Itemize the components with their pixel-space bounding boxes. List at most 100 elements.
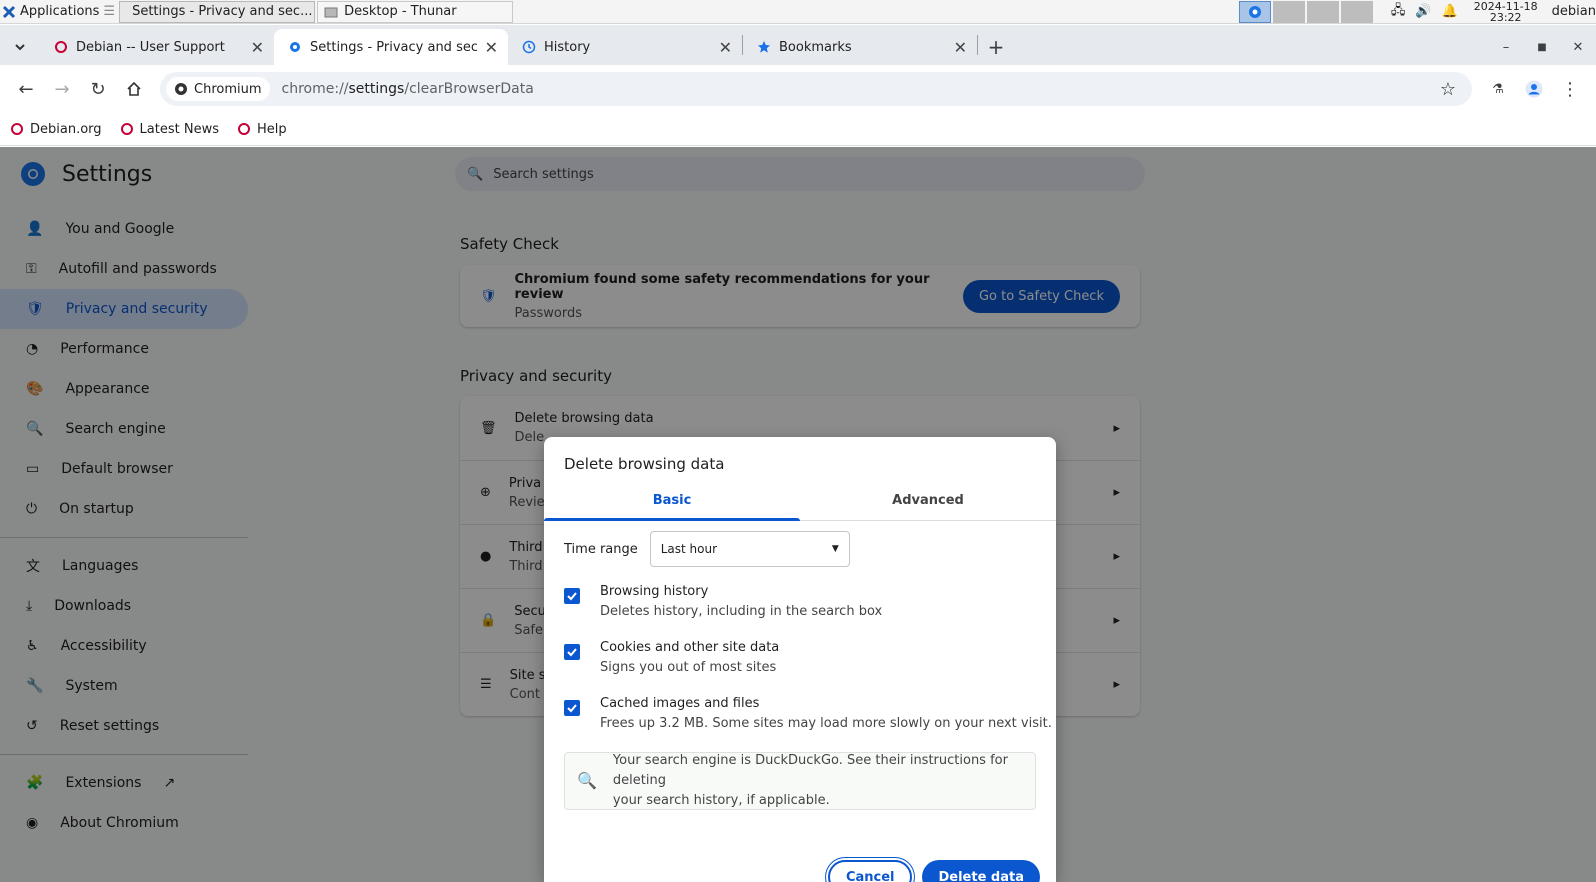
close-icon[interactable]: ✕: [485, 38, 498, 57]
tab-title: Debian -- User Support: [76, 39, 225, 55]
plus-icon: +: [987, 35, 1005, 59]
option-cookies: Cookies and other site data Signs you out…: [564, 640, 779, 675]
debian-icon: [120, 123, 133, 135]
site-info-chip[interactable]: Chromium: [166, 77, 270, 101]
xfce-icon: [2, 5, 16, 18]
dialog-actions: Cancel Delete data: [827, 860, 1040, 882]
chip-label: Chromium: [194, 81, 262, 97]
bookmark-label: Latest News: [139, 121, 219, 137]
time-range-value: Last hour: [660, 542, 718, 556]
delete-browsing-data-dialog: Delete browsing data Basic Advanced Time…: [544, 437, 1056, 882]
menu-button[interactable]: ⋮: [1552, 71, 1588, 107]
bookmark-star-icon[interactable]: ☆: [1440, 79, 1456, 100]
applications-label: Applications: [20, 4, 100, 19]
bookmark-help[interactable]: Help: [237, 122, 287, 137]
tab-title: History: [544, 39, 591, 55]
system-panel: Applications ☰ Settings - Privacy and se…: [0, 0, 1596, 24]
task-settings[interactable]: Settings - Privacy and sec...: [119, 0, 316, 23]
tab-title: Bookmarks: [779, 39, 852, 55]
home-icon: [127, 81, 141, 96]
forward-button[interactable]: →: [44, 71, 80, 107]
debian-icon: [11, 123, 23, 135]
tab-settings[interactable]: Settings - Privacy and secur ✕: [274, 29, 508, 65]
cached-images-checkbox[interactable]: [564, 700, 580, 716]
browsing-history-checkbox[interactable]: [564, 588, 580, 604]
cancel-button[interactable]: Cancel: [827, 860, 913, 882]
close-window-button[interactable]: ✕: [1560, 29, 1596, 65]
cookies-checkbox[interactable]: [564, 644, 580, 660]
bookmark-debian-org[interactable]: Debian.org: [10, 122, 102, 137]
gear-icon: [290, 42, 300, 52]
volume-icon[interactable]: 🔊: [1415, 4, 1431, 19]
tab-debian-support[interactable]: Debian -- User Support ✕: [40, 29, 274, 65]
user-name[interactable]: debian: [1544, 4, 1596, 19]
flask-icon: ⚗: [1492, 81, 1504, 97]
tab-history[interactable]: History ✕: [508, 29, 742, 65]
minimize-button[interactable]: –: [1488, 29, 1524, 65]
workspace-3[interactable]: [1306, 0, 1339, 23]
back-arrow-icon: ←: [18, 78, 34, 100]
option-desc: Signs you out of most sites: [600, 660, 777, 675]
clock-date: 2024-11-18: [1473, 0, 1538, 13]
chromium-icon: [175, 83, 187, 95]
tab-title: Settings - Privacy and secur: [310, 39, 477, 55]
network-icon[interactable]: 🖧: [1391, 1, 1406, 23]
browser-toolbar: ← → ↻ Chromium chrome://settings/clearBr…: [0, 65, 1596, 113]
chevron-down-icon: [15, 44, 25, 51]
url-prefix: chrome://: [281, 81, 349, 97]
task-thunar[interactable]: Desktop - Thunar: [317, 0, 514, 23]
close-icon: ✕: [1572, 39, 1584, 55]
bookmark-label: Help: [256, 121, 287, 137]
dialog-tabs: Basic Advanced: [544, 481, 1056, 521]
check-icon: [567, 648, 577, 657]
workspace-4[interactable]: [1340, 0, 1373, 23]
time-range-row: Time range Last hour ▼: [564, 531, 850, 567]
folder-icon: [324, 7, 338, 17]
reload-button[interactable]: ↻: [80, 71, 116, 107]
close-icon[interactable]: ✕: [251, 38, 264, 57]
tab-search-button[interactable]: [0, 29, 40, 65]
tab-strip: Debian -- User Support ✕ Settings - Priv…: [0, 25, 1596, 65]
check-icon: [567, 704, 577, 713]
tab-advanced[interactable]: Advanced: [800, 481, 1056, 520]
delete-data-button[interactable]: Delete data: [922, 860, 1040, 882]
debian-icon: [237, 123, 250, 135]
workspace-1[interactable]: [1238, 0, 1271, 23]
new-tab-button[interactable]: +: [978, 29, 1014, 65]
option-title: Cookies and other site data: [600, 640, 780, 655]
url-path: /clearBrowserData: [404, 81, 534, 97]
option-desc: Frees up 3.2 MB. Some sites may load mor…: [600, 716, 1052, 731]
bookmark-latest-news[interactable]: Latest News: [120, 122, 219, 137]
check-icon: [567, 592, 577, 601]
maximize-icon: ■: [1537, 41, 1547, 53]
forward-arrow-icon: →: [54, 78, 70, 100]
applications-menu[interactable]: Applications ☰: [0, 0, 119, 24]
option-browsing-history: Browsing history Deletes history, includi…: [564, 584, 882, 619]
labs-button[interactable]: ⚗: [1480, 71, 1516, 107]
close-icon[interactable]: ✕: [719, 38, 732, 57]
maximize-button[interactable]: ■: [1524, 29, 1560, 65]
workspace-2[interactable]: [1272, 0, 1305, 23]
debian-icon: [55, 41, 67, 53]
clock[interactable]: 2024-11-18 23:22: [1468, 1, 1544, 23]
url-host: settings: [348, 81, 405, 97]
time-range-select[interactable]: Last hour ▼: [649, 531, 850, 567]
bookmark-label: Debian.org: [30, 121, 102, 137]
bookmarks-bar: Debian.org Latest News Help: [0, 113, 1596, 146]
tab-bookmarks[interactable]: Bookmarks ✕: [743, 29, 977, 65]
task-label: Settings - Privacy and sec...: [132, 4, 313, 19]
home-button[interactable]: [116, 71, 152, 107]
address-bar[interactable]: Chromium chrome://settings/clearBrowserD…: [160, 72, 1472, 106]
back-button[interactable]: ←: [8, 71, 44, 107]
search-engine-note: 🔍 Your search engine is DuckDuckGo. See …: [564, 752, 1036, 810]
profile-button[interactable]: [1516, 71, 1552, 107]
kebab-menu-icon: ⋮: [1561, 78, 1579, 100]
url-text[interactable]: chrome://settings/clearBrowserData: [282, 81, 534, 97]
bell-icon[interactable]: 🔔: [1442, 4, 1458, 19]
menu-separator: ☰: [103, 4, 116, 19]
chromium-icon: [1248, 5, 1261, 18]
option-cached-images: Cached images and files Frees up 3.2 MB. …: [564, 696, 1052, 731]
tab-basic[interactable]: Basic: [544, 481, 800, 521]
note-line-1: Your search engine is DuckDuckGo. See th…: [612, 753, 1008, 788]
close-icon[interactable]: ✕: [954, 38, 967, 57]
